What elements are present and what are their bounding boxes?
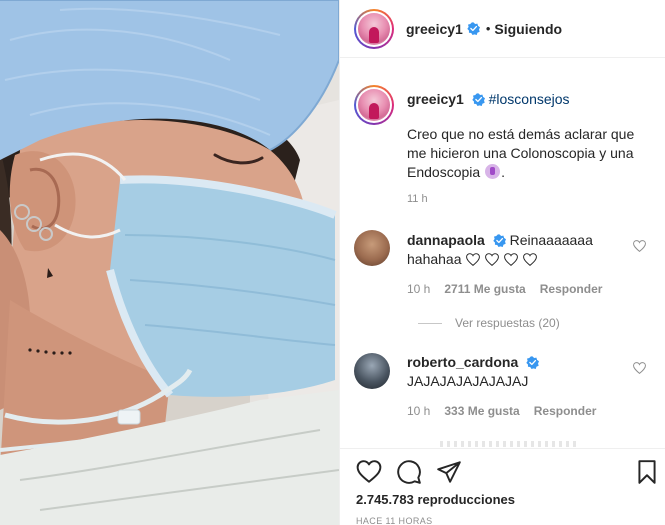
commenter-avatar-dannapaola[interactable] (354, 230, 390, 266)
replies-divider (418, 322, 442, 324)
caption-hashtag[interactable]: #losconsejos (489, 91, 570, 107)
patient-photo-illustration (0, 0, 339, 525)
view-replies-label: Ver respuestas (20) (455, 316, 560, 330)
commenter-avatar-roberto[interactable] (354, 353, 390, 389)
comment-likes[interactable]: 2711 Me gusta (444, 282, 525, 296)
white-heart-emoji-icon (504, 253, 519, 266)
post-actions: 2.745.783 reproducciones HACE 11 HORAS (340, 448, 665, 525)
white-heart-emoji-icon (466, 253, 481, 266)
view-replies-button[interactable]: Ver respuestas (20) (418, 316, 560, 330)
comment-meta: 10 h 333 Me gusta Responder (407, 404, 596, 418)
comment-likes[interactable]: 333 Me gusta (444, 404, 519, 418)
author-username[interactable]: greeicy1 (406, 21, 463, 37)
comment-username[interactable]: dannapaola (407, 232, 485, 248)
caption-end: . (501, 164, 505, 180)
comment-text-line1: Reinaaaaaaa (509, 232, 593, 248)
white-heart-emoji-icon (523, 253, 537, 266)
comment-time[interactable]: 10 h (407, 282, 430, 296)
comment-time[interactable]: 10 h (407, 404, 430, 418)
verified-badge-icon (467, 22, 480, 35)
comment-meta: 10 h 2711 Me gusta Responder (407, 282, 602, 296)
post-details-panel: greeicy1 • Siguiendo greeicy1 #losconsej… (339, 0, 665, 525)
reply-button[interactable]: Responder (534, 404, 597, 418)
caption-username[interactable]: greeicy1 (407, 91, 464, 107)
caption-author-avatar[interactable] (354, 85, 394, 125)
verified-badge-icon (526, 356, 540, 369)
comment-icon[interactable] (396, 459, 422, 485)
comment-like-heart-icon[interactable] (633, 362, 646, 374)
comment-text-line2: hahahaa (407, 251, 462, 267)
post-photo[interactable] (0, 0, 339, 525)
following-button[interactable]: Siguiendo (494, 21, 562, 37)
views-count[interactable]: 2.745.783 reproducciones (356, 492, 515, 507)
caption-header: greeicy1 #losconsejos (407, 91, 570, 107)
heart-icon[interactable] (356, 459, 382, 485)
author-avatar[interactable] (354, 8, 394, 49)
comment-dannapaola: dannapaola Reinaaaaaaa hahahaa (407, 231, 593, 269)
verified-badge-icon (493, 234, 506, 247)
nail-polish-emoji-icon (485, 164, 501, 179)
caption-time[interactable]: 11 h (407, 193, 428, 205)
white-heart-emoji-icon (485, 253, 500, 266)
comment-text: JAJAJAJAJAJAJAJ (407, 373, 529, 389)
post-timestamp[interactable]: HACE 11 HORAS (356, 516, 433, 525)
comment-like-heart-icon[interactable] (633, 240, 646, 252)
cut-off-comment (440, 441, 580, 447)
comments-section[interactable]: greeicy1 #losconsejos Creo que no está d… (340, 59, 665, 448)
separator-dot: • (485, 21, 491, 36)
share-icon[interactable] (436, 459, 462, 485)
caption-body: Creo que no está demás aclarar que me hi… (407, 126, 635, 180)
comment-username[interactable]: roberto_cardona (407, 354, 518, 370)
post-header: greeicy1 • Siguiendo (340, 0, 665, 58)
comment-roberto: roberto_cardona JAJAJAJAJAJAJAJ (407, 353, 540, 391)
caption-text: Creo que no está demás aclarar que me hi… (407, 125, 647, 182)
bookmark-icon[interactable] (634, 459, 660, 485)
verified-badge-icon (472, 93, 485, 106)
reply-button[interactable]: Responder (540, 282, 603, 296)
